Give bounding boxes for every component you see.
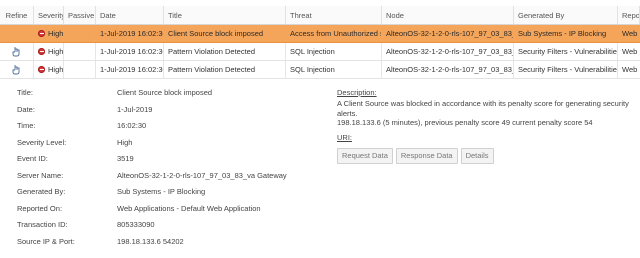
col-header-severity[interactable]: Severity bbox=[34, 6, 64, 24]
title-cell: Pattern Violation Detected bbox=[164, 61, 286, 78]
col-header-passive[interactable]: Passive bbox=[64, 6, 96, 24]
threat-cell: Access from Unauthorized source IP bbox=[286, 25, 382, 42]
detail-row-server-name: Server Name: AlteonOS-32-1-2-0-rls-107_9… bbox=[0, 171, 325, 188]
detail-value: 198.18.133.6 54202 bbox=[117, 236, 184, 246]
detail-label: Time: bbox=[17, 121, 36, 130]
col-header-refine[interactable]: Refine bbox=[0, 6, 34, 24]
description-line: 198.18.133.6 (5 minutes), previous penal… bbox=[337, 118, 593, 127]
detail-row-title: Title: Client Source block imposed bbox=[0, 88, 325, 105]
description-text: A Client Source was blocked in accordanc… bbox=[337, 99, 637, 128]
refine-hand-icon[interactable] bbox=[12, 64, 21, 75]
threat-cell: SQL Injection bbox=[286, 61, 382, 78]
detail-value: 16:02:30 bbox=[117, 121, 147, 130]
severity-cell: High bbox=[34, 25, 64, 42]
severity-text: High bbox=[48, 65, 64, 74]
table-row[interactable]: High 1-Jul-2019 16:02:30 Client Source b… bbox=[0, 25, 640, 43]
title-cell: Client Source block imposed bbox=[164, 25, 286, 42]
refine-hand-icon[interactable] bbox=[12, 46, 21, 57]
severity-text: High bbox=[48, 47, 64, 56]
detail-value: 1-Jul-2019 bbox=[117, 104, 153, 114]
detail-label: Title: bbox=[17, 88, 33, 97]
detail-label: Server Name: bbox=[17, 170, 64, 180]
data-buttons: Request Data Response Data Details bbox=[337, 147, 637, 164]
description-line: alerts. bbox=[337, 108, 358, 118]
uri-label: URI: bbox=[337, 132, 352, 142]
detail-label: Reported On: bbox=[17, 203, 63, 213]
event-details: Title: Client Source block imposed Date:… bbox=[0, 88, 325, 253]
table-row[interactable]: High 1-Jul-2019 16:02:30 Pattern Violati… bbox=[0, 61, 640, 79]
severity-cell: High bbox=[34, 61, 64, 78]
severity-text: High bbox=[48, 29, 64, 38]
table-header: Refine Severity Passive Date Title Threa… bbox=[0, 6, 640, 25]
detail-row-transaction-id: Transaction ID: 805333090 bbox=[0, 220, 325, 237]
detail-value: Web Applications - Default Web Applicati… bbox=[117, 203, 261, 213]
date-cell: 1-Jul-2019 16:02:30 bbox=[96, 25, 164, 42]
node-cell: AlteonOS-32-1-2-0-rls-107_97_03_83_va bbox=[382, 43, 514, 60]
refine-cell[interactable] bbox=[0, 61, 34, 78]
detail-row-time: Time: 16:02:30 bbox=[0, 121, 325, 138]
detail-label: Source IP & Port: bbox=[17, 236, 75, 246]
reported-cell: Web bbox=[622, 47, 638, 56]
col-header-threat[interactable]: Threat bbox=[286, 6, 382, 24]
detail-label: Generated By: bbox=[17, 187, 66, 196]
col-header-date[interactable]: Date bbox=[96, 6, 164, 24]
col-header-node[interactable]: Node bbox=[382, 6, 514, 24]
detail-row-source-ip: Source IP & Port: 198.18.133.6 54202 bbox=[0, 237, 325, 254]
detail-value: High bbox=[117, 137, 133, 147]
detail-value: AlteonOS-32-1-2-0-rls-107_97_03_83_va Ga… bbox=[117, 170, 287, 180]
node-cell: AlteonOS-32-1-2-0-rls-107_97_03_83_va bbox=[382, 61, 514, 78]
detail-label: Transaction ID: bbox=[17, 220, 68, 229]
detail-label: Severity Level: bbox=[17, 137, 67, 147]
table-row[interactable]: High 1-Jul-2019 16:02:30 Pattern Violati… bbox=[0, 43, 640, 61]
date-cell: 1-Jul-2019 16:02:30 bbox=[96, 61, 164, 78]
reported-cell: Web bbox=[622, 65, 638, 74]
node-cell: AlteonOS-32-1-2-0-rls-107_97_03_83_va bbox=[382, 25, 514, 42]
detail-value: 805333090 bbox=[117, 220, 155, 229]
detail-row-reported-on: Reported On: Web Applications - Default … bbox=[0, 204, 325, 221]
generated-by-cell: Sub Systems - IP Blocking bbox=[514, 25, 618, 42]
refine-cell[interactable] bbox=[0, 25, 34, 42]
detail-value: Client Source block imposed bbox=[117, 88, 213, 97]
threat-cell: SQL Injection bbox=[286, 43, 382, 60]
description-line: A Client Source was blocked in accordanc… bbox=[337, 99, 629, 108]
detail-row-date: Date: 1-Jul-2019 bbox=[0, 105, 325, 122]
passive-cell bbox=[64, 61, 96, 78]
description-panel: Description: A Client Source was blocked… bbox=[337, 88, 637, 164]
refine-cell[interactable] bbox=[0, 43, 34, 60]
severity-high-icon bbox=[38, 30, 45, 37]
col-header-reported[interactable]: Repo bbox=[618, 6, 640, 24]
detail-row-generated-by: Generated By: Sub Systems - IP Blocking bbox=[0, 187, 325, 204]
detail-row-severity: Severity Level: High bbox=[0, 138, 325, 155]
detail-label: Date: bbox=[17, 104, 35, 114]
details-button[interactable]: Details bbox=[460, 147, 494, 164]
description-heading: Description: bbox=[337, 88, 377, 97]
detail-value: Sub Systems - IP Blocking bbox=[117, 187, 206, 196]
col-header-generated-by[interactable]: Generated By bbox=[514, 6, 618, 24]
generated-by-cell: Security Filters - Vulnerabilities bbox=[514, 43, 618, 60]
generated-by-cell: Security Filters - Vulnerabilities bbox=[514, 61, 618, 78]
passive-cell bbox=[64, 25, 96, 42]
severity-high-icon bbox=[38, 66, 45, 73]
detail-value: 3519 bbox=[117, 154, 134, 163]
detail-label: Event ID: bbox=[17, 154, 48, 163]
request-data-button[interactable]: Request Data bbox=[337, 147, 393, 164]
response-data-button[interactable]: Response Data bbox=[395, 147, 458, 164]
passive-cell bbox=[64, 43, 96, 60]
date-cell: 1-Jul-2019 16:02:30 bbox=[96, 43, 164, 60]
reported-cell: Web bbox=[618, 25, 640, 42]
events-table: Refine Severity Passive Date Title Threa… bbox=[0, 6, 640, 79]
col-header-title[interactable]: Title bbox=[164, 6, 286, 24]
severity-high-icon bbox=[38, 48, 45, 55]
severity-cell: High bbox=[34, 43, 64, 60]
detail-row-event-id: Event ID: 3519 bbox=[0, 154, 325, 171]
title-cell: Pattern Violation Detected bbox=[164, 43, 286, 60]
